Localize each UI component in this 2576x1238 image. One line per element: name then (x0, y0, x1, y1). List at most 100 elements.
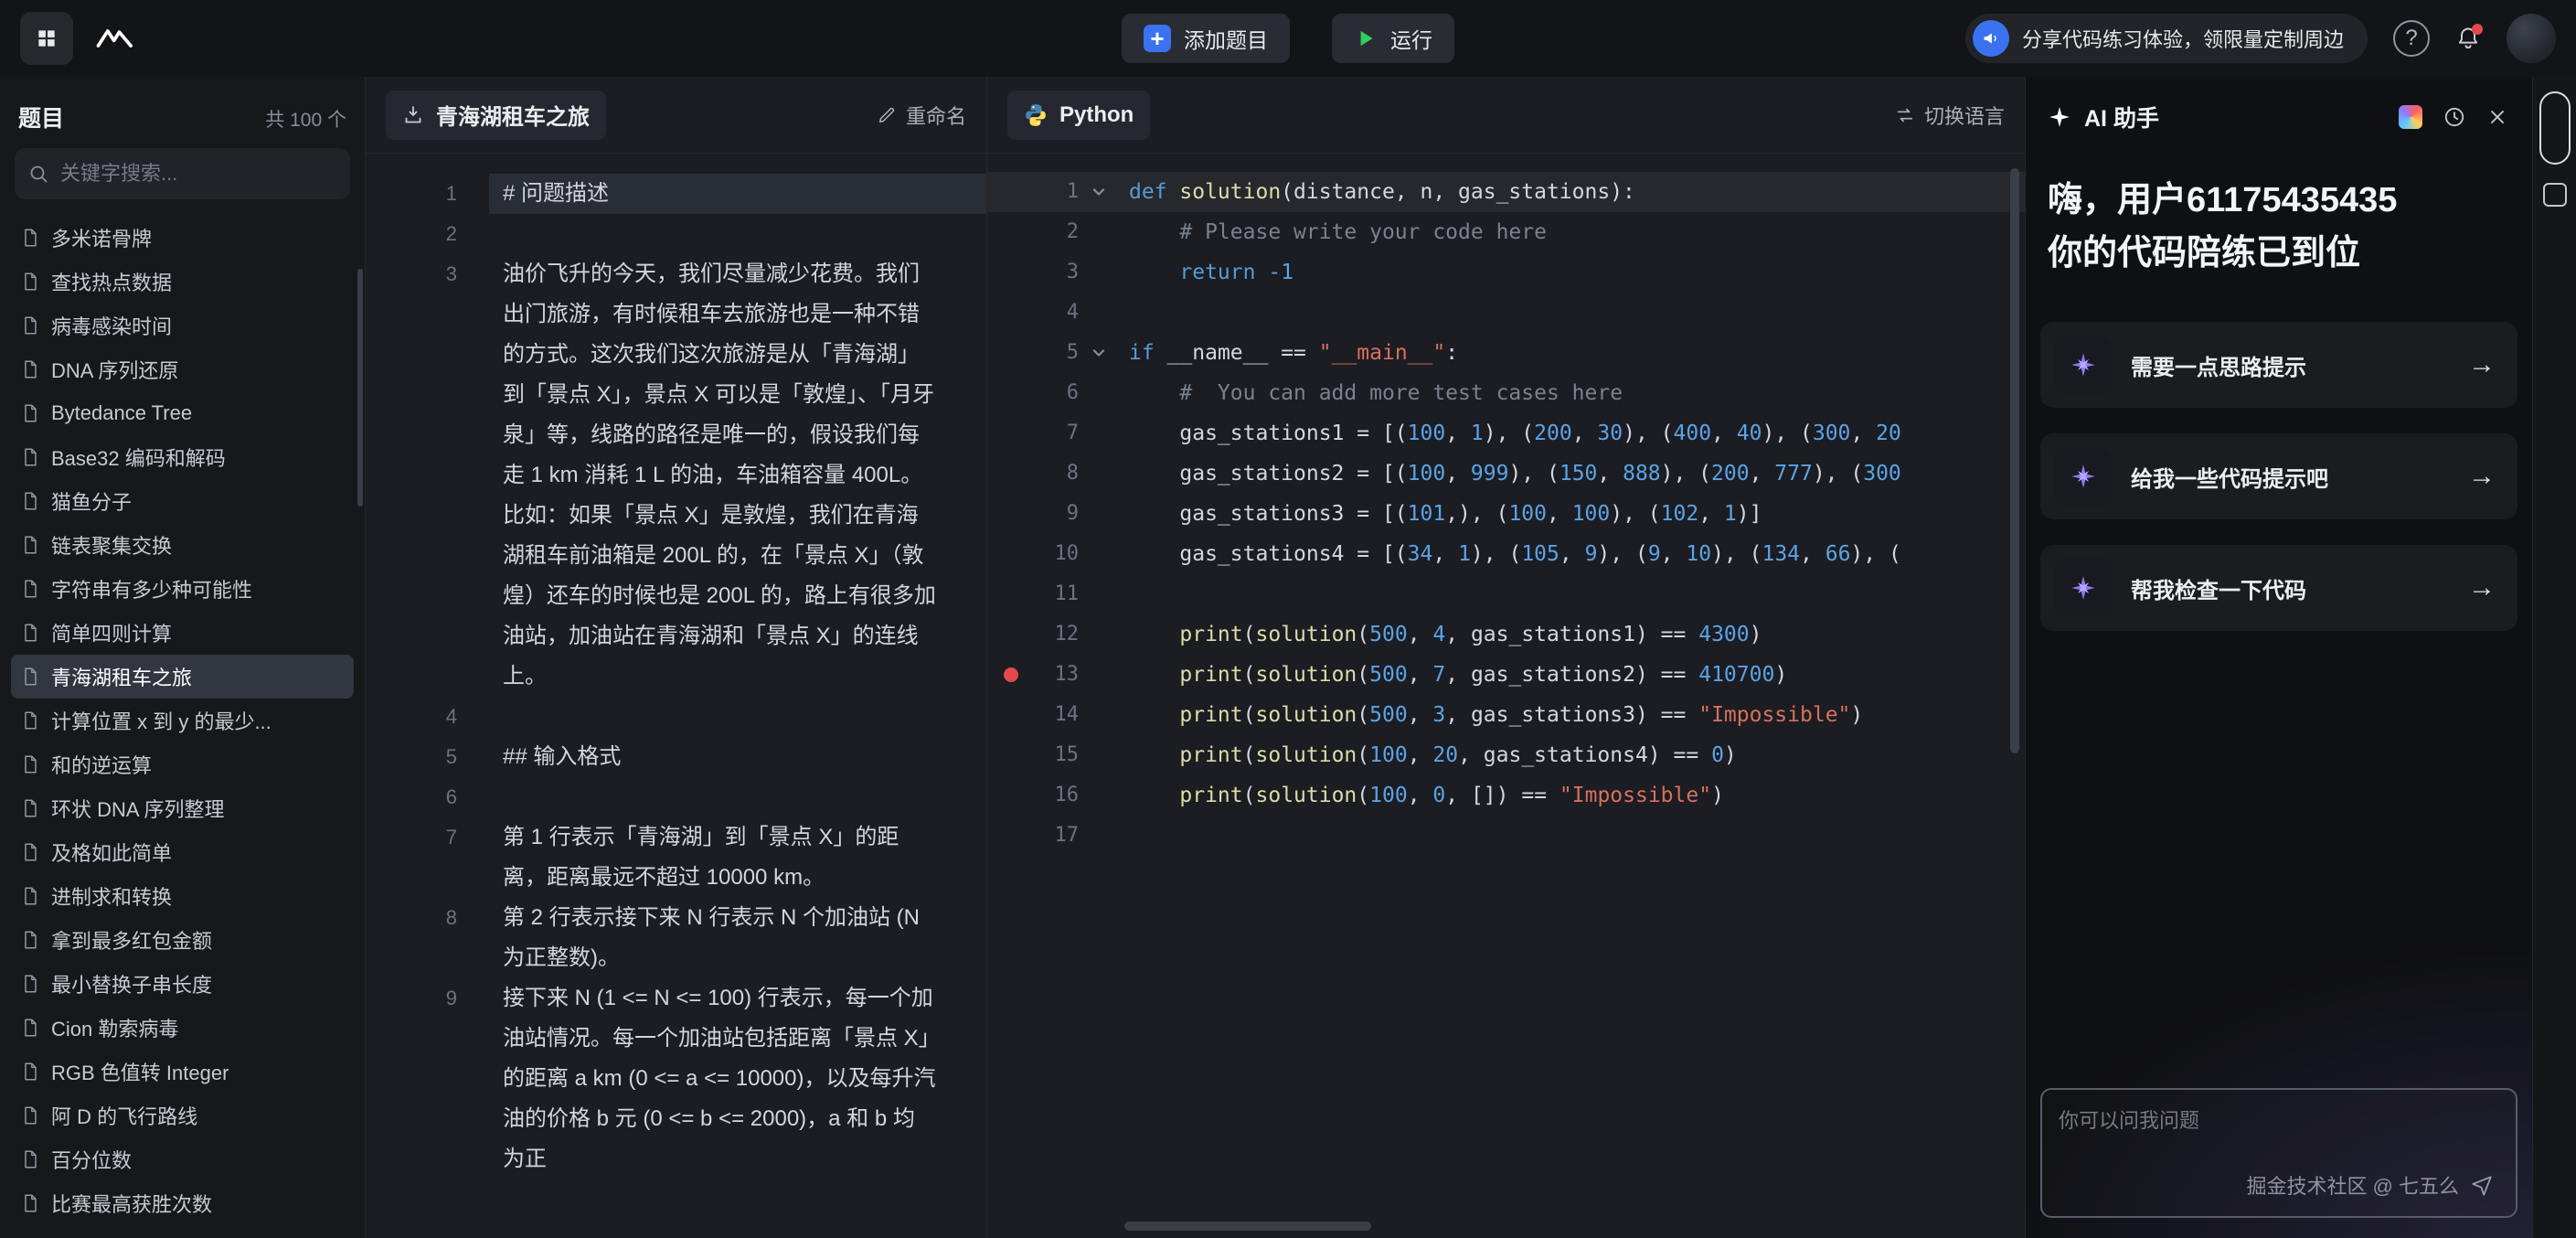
notification-bell-icon[interactable] (2455, 26, 2481, 51)
line-number: 1 (987, 172, 1079, 212)
help-icon[interactable]: ? (2393, 20, 2430, 57)
line-number: 4 (987, 293, 1079, 333)
add-problem-button[interactable]: + 添加题目 (1122, 14, 1290, 63)
code-line: 9 gas_stations3 = [(101,), (100, 100), (… (987, 494, 2025, 534)
sidebar-item[interactable]: Cion 勒索病毒 (11, 1006, 354, 1050)
close-icon[interactable] (2486, 106, 2508, 128)
sidebar-item[interactable]: Base32 编码和解码 (11, 435, 354, 479)
sidebar-item[interactable]: 阿 D 的飞行路线 (11, 1094, 354, 1137)
doc-icon (20, 315, 40, 336)
code-gutter[interactable]: 17 (987, 816, 1129, 856)
sidebar-scrollbar[interactable] (357, 269, 363, 507)
doc-icon (20, 403, 40, 423)
problem-line-text: 第 2 行表示接下来 N 行表示 N 个加油站 (N 为正整数)。 (503, 898, 936, 978)
run-button[interactable]: 运行 (1332, 14, 1454, 63)
code-gutter[interactable]: 9 (987, 494, 1129, 534)
notification-dot (2472, 24, 2483, 35)
app-logo (20, 12, 73, 65)
code-gutter[interactable]: 16 (987, 775, 1129, 816)
code-vertical-scrollbar[interactable] (2010, 168, 2019, 753)
code-gutter[interactable]: 12 (987, 614, 1129, 655)
code-gutter[interactable]: 10 (987, 534, 1129, 574)
ai-suggestion-card[interactable]: 给我一些代码提示吧 → (2040, 433, 2517, 519)
sidebar-item[interactable]: 多米诺骨牌 (11, 216, 354, 260)
sidebar-item[interactable]: DNA 序列还原 (11, 347, 354, 391)
sidebar-item[interactable]: 猫鱼分子 (11, 479, 354, 523)
search-box[interactable] (15, 148, 350, 199)
code-line-text: return -1 (1129, 252, 1293, 293)
problem-line-text (503, 697, 936, 737)
breakpoint-icon[interactable] (1004, 667, 1018, 682)
sidebar-item[interactable]: 环状 DNA 序列整理 (11, 786, 354, 830)
doc-icon (20, 1105, 40, 1126)
sidebar-item[interactable]: 青海湖租车之旅 (11, 655, 354, 699)
sidebar-item[interactable]: 最小替换子串长度 (11, 962, 354, 1006)
code-gutter[interactable]: 1 (987, 172, 1129, 212)
code-gutter[interactable]: 4 (987, 293, 1129, 333)
collapsed-widget-icon[interactable] (2543, 183, 2567, 207)
sidebar-item[interactable]: RGB 色值转 Integer (11, 1050, 354, 1094)
problem-line-text: 接下来 N (1 <= N <= 100) 行表示，每一个加油站情况。每一个加油… (503, 978, 936, 1179)
sidebar-item[interactable]: 及格如此简单 (11, 830, 354, 874)
sidebar-item[interactable]: 链表聚集交换 (11, 523, 354, 567)
collapsed-panel-handle[interactable] (2539, 91, 2571, 165)
sidebar-item[interactable]: 进制求和转换 (11, 874, 354, 918)
code-gutter[interactable]: 6 (987, 373, 1129, 413)
code-gutter[interactable]: 8 (987, 454, 1129, 494)
code-gutter[interactable]: 3 (987, 252, 1129, 293)
sidebar-item[interactable]: Bytedance Tree (11, 391, 354, 435)
sidebar-item[interactable]: 病毒感染时间 (11, 304, 354, 347)
sidebar-item-label: DNA 序列还原 (51, 355, 178, 384)
doc-icon (20, 623, 40, 643)
sidebar-item[interactable]: 拿到最多红包金额 (11, 918, 354, 962)
code-gutter[interactable]: 2 (987, 212, 1129, 252)
code-horizontal-scrollbar[interactable] (1124, 1222, 1371, 1231)
fold-chevron-icon[interactable] (1079, 344, 1119, 362)
sidebar-item[interactable]: 百分位数 (11, 1137, 354, 1181)
sidebar-item[interactable]: 计算位置 x 到 y 的最少... (11, 699, 354, 742)
code-gutter[interactable]: 11 (987, 574, 1129, 614)
code-line: 7 gas_stations1 = [(100, 1), (200, 30), … (987, 413, 2025, 454)
sidebar-item-label: Base32 编码和解码 (51, 443, 226, 472)
code-line: 8 gas_stations2 = [(100, 999), (150, 888… (987, 454, 2025, 494)
line-number: 5 (987, 333, 1079, 373)
language-tab[interactable]: Python (1007, 91, 1150, 140)
ai-panel-title: AI 助手 (2084, 101, 2159, 133)
code-editor[interactable]: 1 def solution(distance, n, gas_stations… (987, 154, 2025, 1238)
problem-editor[interactable]: 1 # 问题描述 2 3 油价飞升的今天，我们尽量减少花费。我们出门旅游，有时候… (366, 154, 986, 1238)
play-icon (1354, 27, 1378, 50)
code-gutter[interactable]: 7 (987, 413, 1129, 454)
sidebar-item[interactable]: 简单四则计算 (11, 611, 354, 655)
line-number: 16 (987, 775, 1079, 816)
doc-icon (20, 1062, 40, 1082)
search-input[interactable] (60, 162, 337, 186)
user-avatar[interactable] (2507, 14, 2556, 63)
code-gutter[interactable]: 13 (987, 655, 1129, 695)
promo-banner[interactable]: 分享代码练习体验，领限量定制周边 (1965, 14, 2368, 63)
code-line-text: gas_stations2 = [(100, 999), (150, 888),… (1129, 454, 1901, 494)
sidebar-item-label: 百分位数 (51, 1145, 132, 1174)
code-gutter[interactable]: 5 (987, 333, 1129, 373)
code-gutter[interactable]: 14 (987, 695, 1129, 735)
line-number: 8 (366, 898, 457, 978)
sidebar-item[interactable]: 和的逆运算 (11, 742, 354, 786)
palette-icon[interactable] (2399, 105, 2422, 129)
line-number: 3 (366, 254, 457, 697)
python-icon (1024, 103, 1048, 127)
rename-label: 重命名 (906, 101, 966, 130)
sidebar-item[interactable]: 比赛最高获胜次数 (11, 1181, 354, 1225)
sidebar-item[interactable]: 字符串有多少种可能性 (11, 567, 354, 611)
sidebar-item-label: 链表聚集交换 (51, 530, 172, 560)
ai-suggestion-card[interactable]: 帮我检查一下代码 → (2040, 545, 2517, 631)
line-number: 7 (366, 817, 457, 898)
code-line: 10 gas_stations4 = [(34, 1), (105, 9), (… (987, 534, 2025, 574)
code-gutter[interactable]: 15 (987, 735, 1129, 775)
fold-chevron-icon[interactable] (1079, 183, 1119, 201)
code-line: 3 return -1 (987, 252, 2025, 293)
history-icon[interactable] (2443, 105, 2466, 129)
rename-button[interactable]: 重命名 (877, 101, 966, 130)
ai-suggestion-card[interactable]: 需要一点思路提示 → (2040, 322, 2517, 408)
sidebar-item[interactable]: 查找热点数据 (11, 260, 354, 304)
switch-language-button[interactable]: 切换语言 (1895, 101, 2005, 130)
line-number: 5 (366, 737, 457, 777)
